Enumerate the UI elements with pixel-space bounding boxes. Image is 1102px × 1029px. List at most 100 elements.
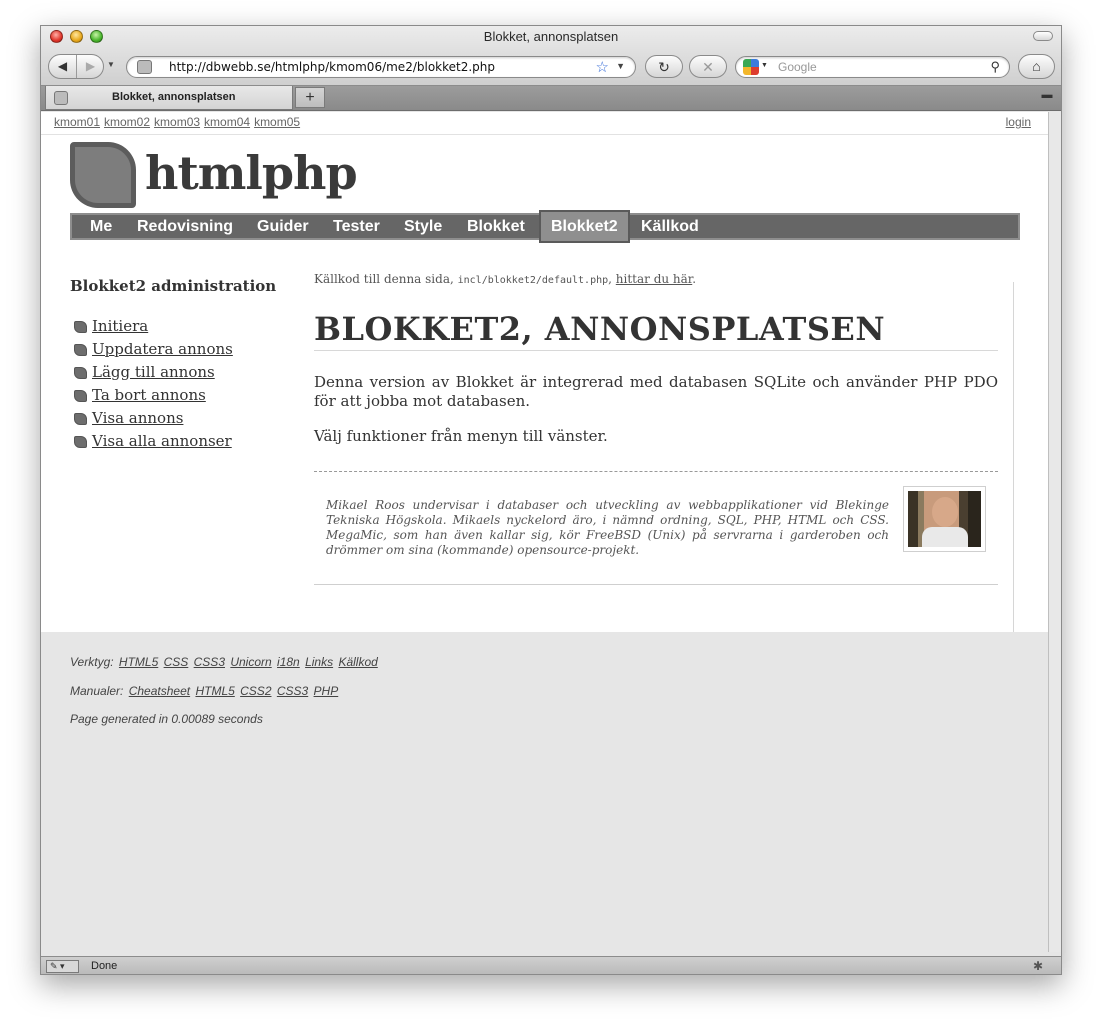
stop-button[interactable]: ✕ (689, 55, 727, 78)
nav-guider[interactable]: Guider (247, 215, 319, 238)
sidebar-item-uppdatera: Uppdatera annons (70, 340, 300, 363)
sidebar-link[interactable]: Ta bort annons (92, 386, 206, 404)
footer-tools: Verktyg: HTML5 CSS CSS3 Unicorn i18n Lin… (70, 655, 378, 669)
nav-redovisning[interactable]: Redovisning (127, 215, 243, 238)
instruction-paragraph: Välj funktioner från menyn till vänster. (314, 427, 608, 445)
sidebar-link[interactable]: Initiera (92, 317, 148, 335)
top-link-kmom01[interactable]: kmom01 (54, 115, 100, 129)
tool-link-html5[interactable]: HTML5 (119, 655, 158, 669)
page-footer: Verktyg: HTML5 CSS CSS3 Unicorn i18n Lin… (41, 632, 1048, 952)
leaf-bullet-icon (74, 321, 87, 333)
reload-icon: ↻ (658, 59, 670, 75)
address-bar[interactable]: http://dbwebb.se/htmlphp/kmom06/me2/blok… (126, 56, 636, 78)
nav-kallkod[interactable]: Källkod (631, 215, 709, 238)
nav-blokket2[interactable]: Blokket2 (539, 210, 630, 243)
sidebar-link[interactable]: Visa alla annonser (92, 432, 232, 450)
manual-link-cheatsheet[interactable]: Cheatsheet (129, 684, 190, 698)
top-link-kmom05[interactable]: kmom05 (254, 115, 300, 129)
sidebar-title: Blokket2 administration (70, 277, 277, 295)
page-generated: Page generated in 0.00089 seconds (70, 712, 263, 726)
footer-manuals: Manualer: Cheatsheet HTML5 CSS2 CSS3 PHP (70, 684, 338, 698)
sidebar-item-ta-bort: Ta bort annons (70, 386, 300, 409)
tool-link-i18n[interactable]: i18n (277, 655, 300, 669)
title-bar: Blokket, annonsplatsen ◀ ▶ ▼ http://dbwe… (41, 26, 1061, 86)
sidebar-link[interactable]: Uppdatera annons (92, 340, 233, 358)
intro-paragraph: Denna version av Blokket är integrerad m… (314, 373, 998, 410)
tool-link-unicorn[interactable]: Unicorn (230, 655, 271, 669)
leaf-bullet-icon (74, 344, 87, 356)
site-favicon-icon (137, 60, 152, 74)
back-arrow-icon: ◀ (57, 59, 68, 73)
sidebar-item-initiera: Initiera (70, 317, 300, 340)
tab-favicon-icon (54, 91, 68, 105)
manual-link-html5[interactable]: HTML5 (195, 684, 234, 698)
tab-active[interactable]: Blokket, annonsplatsen (45, 86, 293, 110)
leaf-bullet-icon (74, 413, 87, 425)
sidebar-link[interactable]: Lägg till annons (92, 363, 215, 381)
page-title: BLOKKET2, ANNONSPLATSEN (314, 310, 998, 351)
tool-link-kallkod[interactable]: Källkod (338, 655, 377, 669)
nav-blokket[interactable]: Blokket (457, 215, 535, 238)
top-divider (41, 134, 1048, 135)
new-tab-button[interactable]: + (295, 87, 325, 108)
bookmark-star-icon[interactable]: ☆ (596, 58, 609, 76)
author-photo (908, 491, 981, 547)
vertical-scrollbar[interactable] (1048, 112, 1061, 952)
search-placeholder[interactable]: Google (778, 60, 817, 74)
tool-link-css3[interactable]: CSS3 (194, 655, 225, 669)
sidebar-link[interactable]: Visa annons (92, 409, 183, 427)
history-buttons: ◀ ▶ (48, 54, 104, 79)
search-engine-dropdown-icon[interactable]: ▼ (761, 62, 768, 69)
top-links: kmom01 kmom02 kmom03 kmom04 kmom05 (54, 115, 304, 129)
status-text: Done (91, 960, 118, 972)
source-file-path: incl/blokket2/default.php (457, 275, 609, 286)
source-link[interactable]: hittar du här (616, 272, 692, 286)
manuals-label: Manualer: (70, 684, 124, 698)
author-byline: Mikael Roos undervisar i databaser och u… (314, 471, 998, 585)
nav-style[interactable]: Style (394, 215, 452, 238)
top-link-kmom03[interactable]: kmom03 (154, 115, 200, 129)
nav-me[interactable]: Me (80, 215, 122, 238)
forward-button[interactable]: ▶ (77, 55, 104, 78)
tools-label: Verktyg: (70, 655, 114, 669)
author-shirt (922, 527, 968, 547)
url-dropdown-icon[interactable]: ▼ (616, 61, 625, 71)
tab-title: Blokket, annonsplatsen (112, 91, 236, 103)
history-dropdown-icon[interactable]: ▼ (107, 60, 115, 69)
source-note-prefix: Källkod till denna sida, (314, 272, 454, 286)
back-button[interactable]: ◀ (49, 55, 77, 78)
page-status-icon[interactable]: ✎ ▾ (46, 960, 79, 973)
site-logo[interactable]: htmlphp (145, 146, 358, 200)
nav-tester[interactable]: Tester (323, 215, 390, 238)
top-link-kmom04[interactable]: kmom04 (204, 115, 250, 129)
manual-link-css3[interactable]: CSS3 (277, 684, 308, 698)
top-link-kmom02[interactable]: kmom02 (104, 115, 150, 129)
stop-icon: ✕ (702, 59, 714, 75)
logo-leaf-icon[interactable] (70, 142, 136, 208)
main-navbar: Me Redovisning Guider Tester Style Blokk… (70, 210, 1020, 243)
addon-icon[interactable]: ✱ (1033, 959, 1043, 973)
leaf-bullet-icon (74, 367, 87, 379)
window-title: Blokket, annonsplatsen (483, 29, 619, 44)
login-link[interactable]: login (1006, 115, 1031, 129)
manual-link-css2[interactable]: CSS2 (240, 684, 271, 698)
tool-link-links[interactable]: Links (305, 655, 333, 669)
author-face (932, 497, 958, 527)
sidebar: Blokket2 administration Initiera Uppdate… (70, 277, 300, 455)
toolbar-toggle-button[interactable] (1033, 31, 1053, 41)
tool-link-css[interactable]: CSS (164, 655, 189, 669)
home-button[interactable]: ⌂ (1018, 54, 1055, 79)
sidebar-menu: Initiera Uppdatera annons Lägg till anno… (70, 317, 300, 455)
tab-strip: Blokket, annonsplatsen + ▬ (41, 86, 1061, 111)
search-bar[interactable]: ▼ Google ⚲ (735, 56, 1010, 78)
reload-button[interactable]: ↻ (645, 55, 683, 78)
sidebar-item-visa-alla: Visa alla annonser (70, 432, 300, 455)
sidebar-item-lagg-till: Lägg till annons (70, 363, 300, 386)
forward-arrow-icon: ▶ (85, 59, 96, 73)
browser-window: Blokket, annonsplatsen ◀ ▶ ▼ http://dbwe… (40, 25, 1062, 975)
google-icon[interactable] (743, 59, 759, 75)
search-icon[interactable]: ⚲ (990, 59, 1000, 75)
tab-menu-icon[interactable]: ▬ (1037, 89, 1057, 107)
manual-link-php[interactable]: PHP (314, 684, 339, 698)
url-text[interactable]: http://dbwebb.se/htmlphp/kmom06/me2/blok… (169, 60, 495, 74)
